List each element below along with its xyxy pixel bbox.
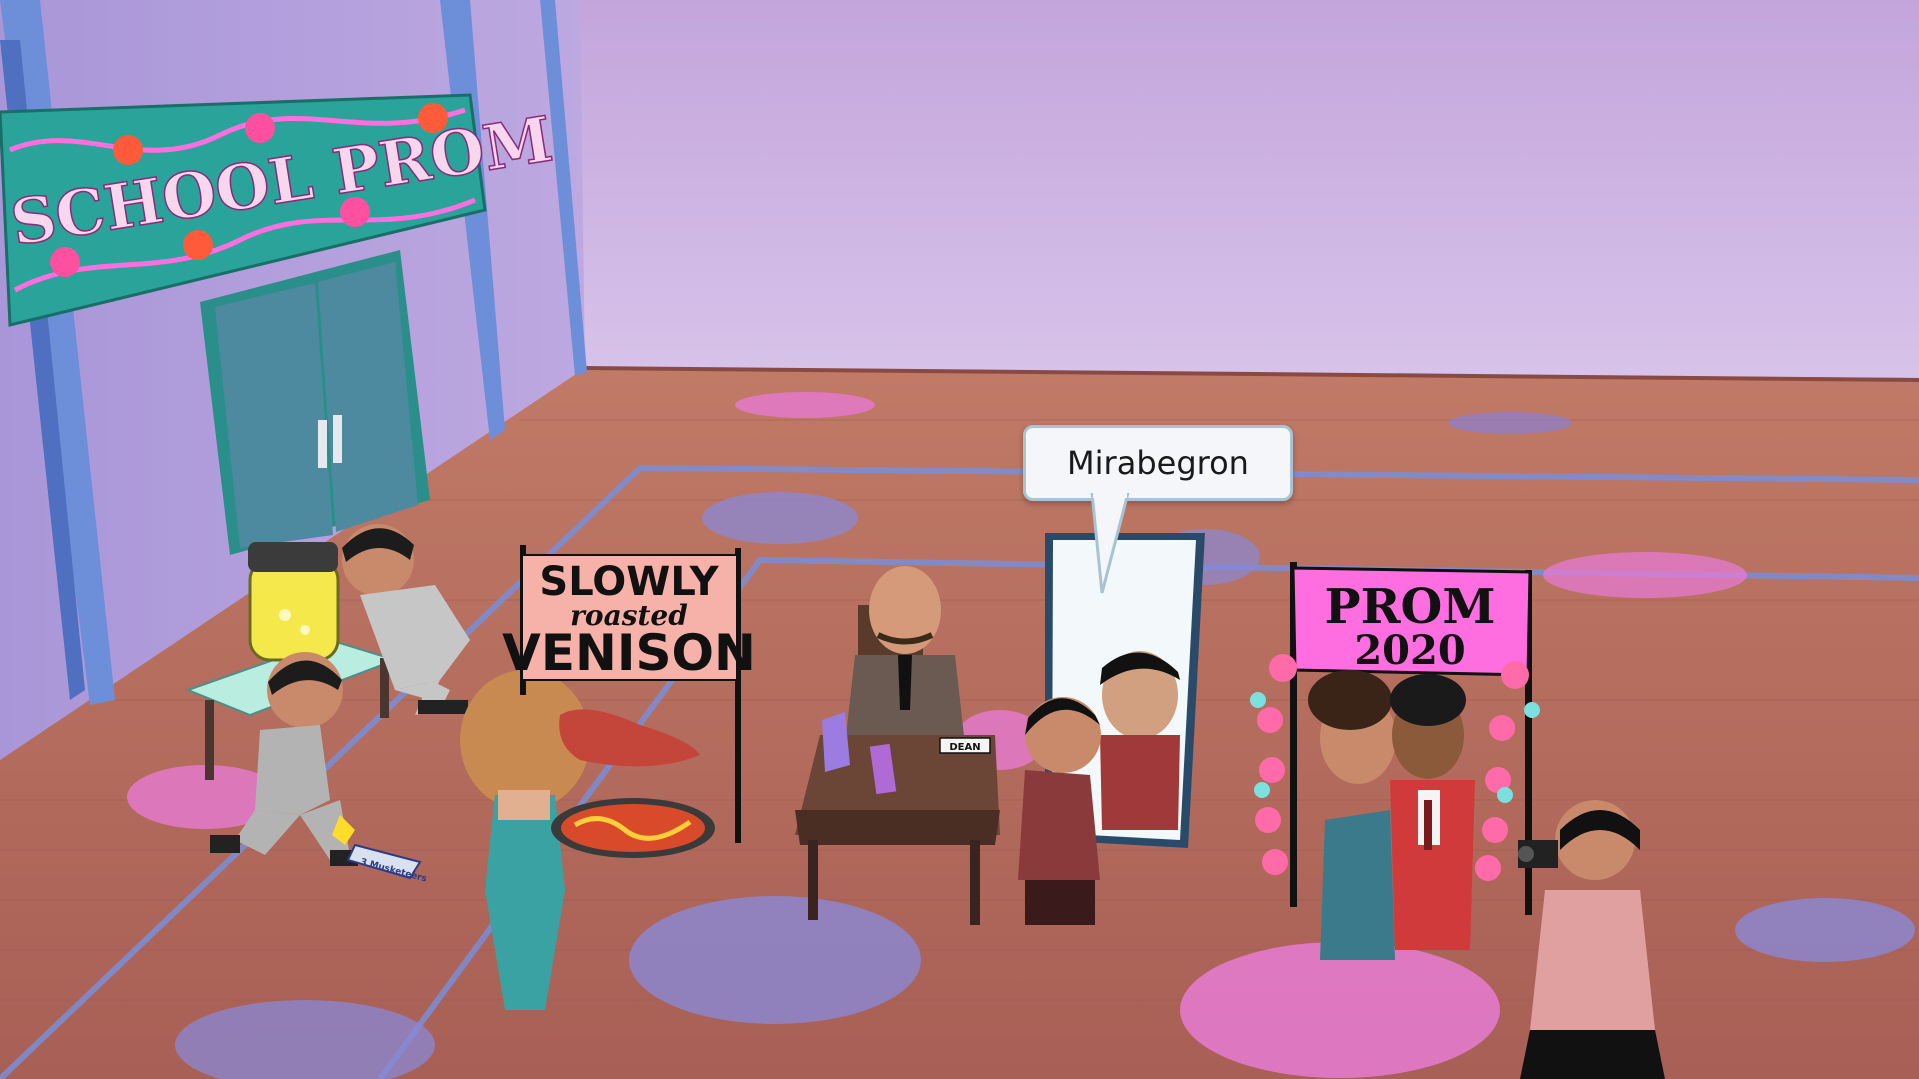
speech-bubble-tail: [1090, 493, 1130, 594]
dean-nameplate-text: DEAN: [949, 742, 980, 753]
man-red-suit-kneeling[interactable]: [1018, 697, 1101, 925]
venison-sign-line3: VENISON: [502, 624, 756, 682]
prom-scene: SCHOOL PROM 3 Musketeers SLOWLY roasted …: [0, 0, 1919, 1079]
speech-bubble-text: Mirabegron: [1067, 444, 1249, 482]
lemonade-jar[interactable]: [248, 542, 340, 662]
prom-sign-line2: 2020: [1354, 627, 1465, 674]
speech-bubble: Mirabegron: [1023, 425, 1293, 501]
double-door[interactable]: [200, 250, 430, 555]
dean-nameplate: DEAN: [939, 737, 991, 754]
